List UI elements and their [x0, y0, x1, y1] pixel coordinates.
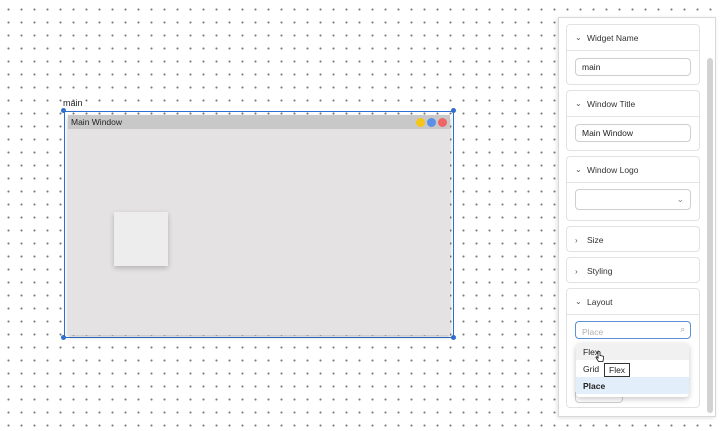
chevron-right-icon: ›	[575, 235, 578, 245]
search-icon: ⌕	[680, 325, 685, 334]
resize-handle-bottom-left[interactable]	[61, 335, 66, 340]
section-title: Size	[587, 235, 604, 245]
section-styling: › Styling	[566, 257, 700, 283]
resize-handle-top-left[interactable]	[61, 108, 66, 113]
chevron-right-icon: ›	[575, 266, 578, 276]
window-logo-select[interactable]: ⌄	[575, 189, 691, 210]
section-window-title: ⌄ Window Title	[566, 90, 700, 151]
minimize-icon[interactable]	[416, 117, 425, 127]
section-header-styling[interactable]: › Styling	[567, 258, 699, 284]
layout-search-field[interactable]: ⌕	[575, 321, 691, 340]
widget-name-label: main	[63, 98, 83, 108]
section-title: Widget Name	[587, 32, 639, 43]
chevron-down-icon: ⌄	[575, 33, 582, 42]
resize-handle-bottom-right[interactable]	[451, 335, 456, 340]
section-widget-name: ⌄ Widget Name	[566, 24, 700, 85]
section-header-window-title[interactable]: ⌄ Window Title	[567, 91, 699, 117]
section-title: Window Logo	[587, 164, 639, 175]
resize-handle-top-right[interactable]	[451, 108, 456, 113]
chevron-down-icon: ⌄	[676, 194, 684, 204]
close-icon[interactable]	[438, 117, 447, 127]
layout-search-input[interactable]	[576, 324, 672, 340]
main-window-widget[interactable]: Main Window	[68, 115, 450, 335]
hand-cursor-icon	[595, 351, 604, 362]
section-header-window-logo[interactable]: ⌄ Window Logo	[567, 157, 699, 183]
section-title: Styling	[587, 266, 613, 276]
panel-scrollbar[interactable]	[707, 58, 713, 413]
section-title: Window Title	[587, 98, 636, 109]
tooltip: Flex	[604, 363, 631, 377]
window-title-input[interactable]	[575, 124, 691, 142]
chevron-down-icon: ⌄	[575, 297, 582, 306]
chevron-down-icon: ⌄	[575, 99, 582, 108]
child-widget-box[interactable]	[114, 212, 168, 266]
section-window-logo: ⌄ Window Logo ⌄	[566, 156, 700, 221]
window-title: Main Window	[71, 117, 123, 127]
chevron-down-icon: ⌄	[575, 165, 582, 174]
layout-options-dropdown: Flex Grid Place	[576, 343, 689, 397]
section-size: › Size	[566, 226, 700, 252]
section-header-layout[interactable]: ⌄ Layout	[567, 289, 699, 315]
section-title: Layout	[587, 296, 613, 307]
section-header-size[interactable]: › Size	[567, 227, 699, 253]
dropdown-option-place[interactable]: Place	[576, 377, 689, 394]
window-controls	[416, 117, 447, 127]
dropdown-option-flex[interactable]: Flex	[576, 343, 689, 360]
maximize-icon[interactable]	[427, 117, 436, 127]
window-title-bar[interactable]: Main Window	[68, 115, 450, 129]
dropdown-option-grid[interactable]: Grid	[576, 360, 689, 377]
widget-name-input[interactable]	[575, 58, 691, 76]
section-header-widget-name[interactable]: ⌄ Widget Name	[567, 25, 699, 51]
